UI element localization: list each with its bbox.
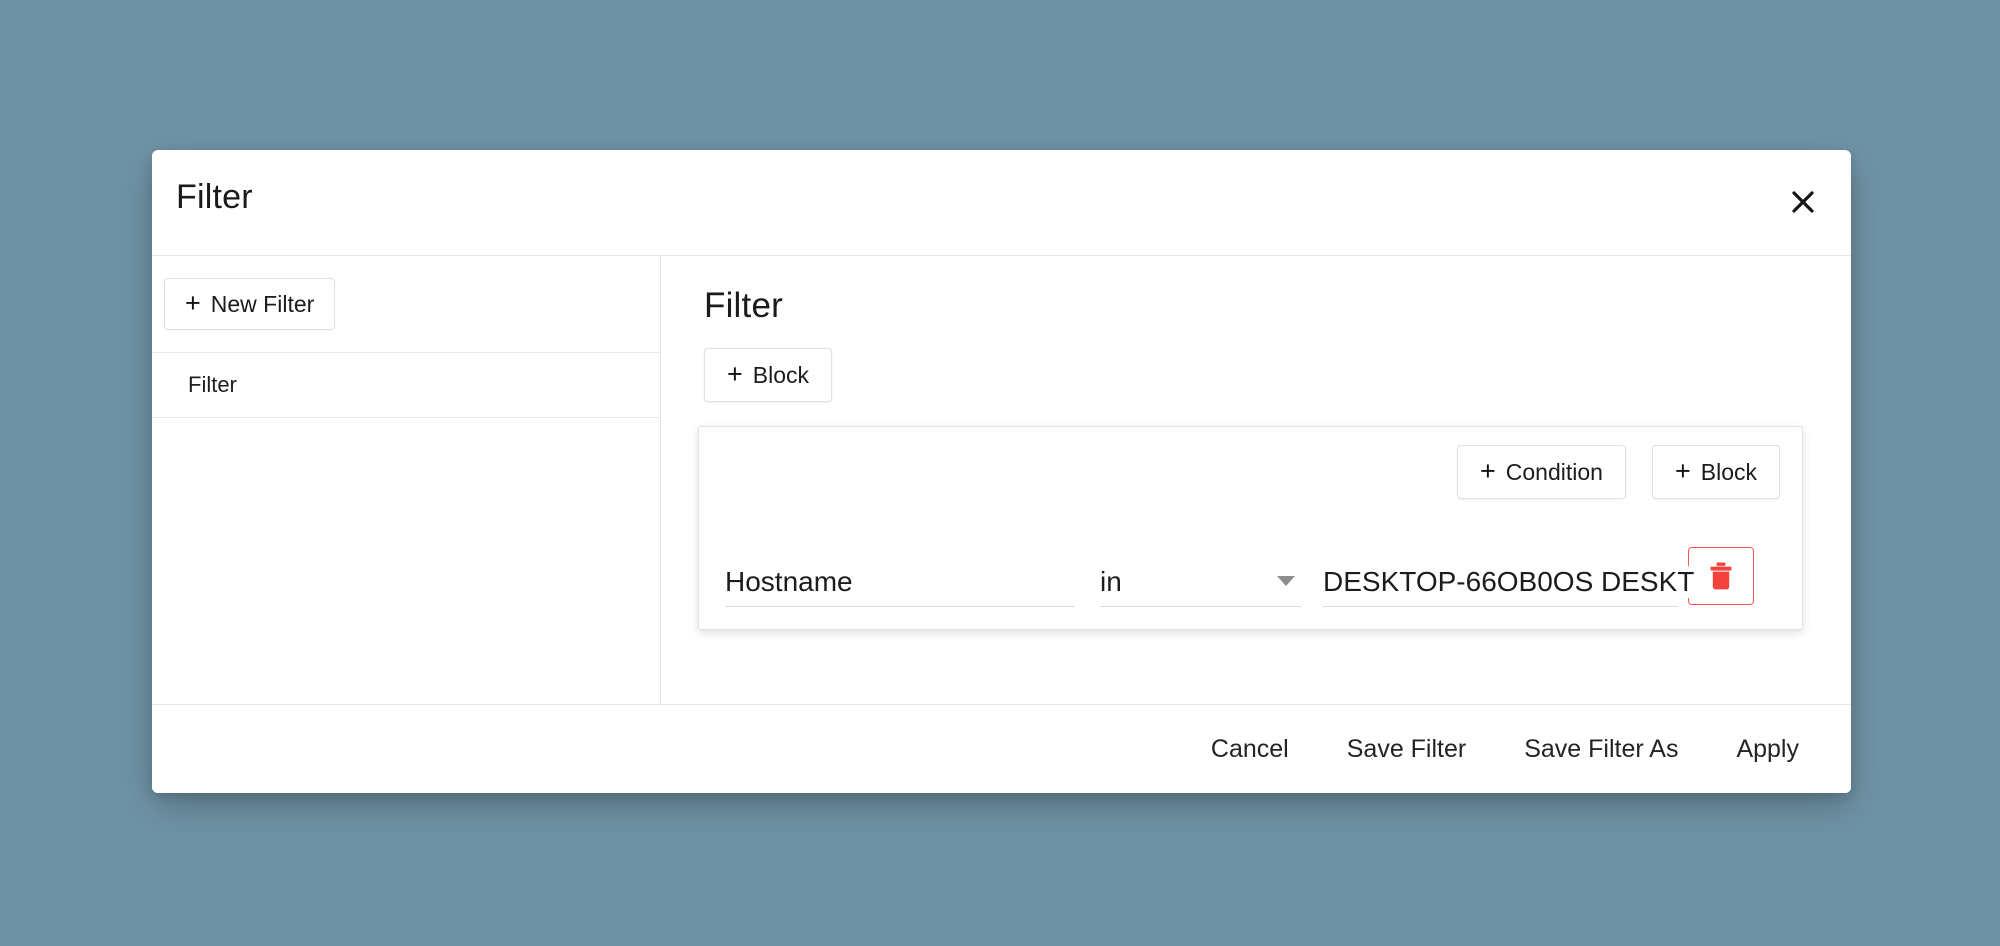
add-condition-label: Condition	[1505, 458, 1603, 485]
plus-icon: +	[727, 358, 743, 389]
condition-value-text: DESKTOP-66OB0OS DESKT	[1323, 566, 1695, 598]
filter-block-panel: + Condition + Block Hostname in DESKTOP-…	[698, 426, 1803, 630]
save-filter-button[interactable]: Save Filter	[1325, 725, 1488, 774]
sidebar-toolbar: + New Filter	[152, 256, 660, 352]
filter-list-sidebar: + New Filter Filter	[152, 256, 661, 704]
page-title: Filter	[176, 178, 253, 216]
close-icon	[1788, 187, 1818, 217]
plus-icon: +	[1480, 455, 1496, 486]
condition-value-input[interactable]: DESKTOP-66OB0OS DESKT	[1323, 558, 1695, 607]
condition-row: Hostname in DESKTOP-66OB0OS DESKT	[721, 547, 1780, 607]
cancel-button[interactable]: Cancel	[1189, 725, 1311, 774]
plus-icon: +	[1674, 455, 1691, 486]
close-button[interactable]	[1777, 176, 1829, 228]
sidebar-item-label: Filter	[188, 372, 237, 397]
condition-operator-value: in	[1100, 566, 1122, 597]
add-block-label: Block	[1700, 458, 1757, 485]
condition-operator-select[interactable]: in	[1100, 558, 1301, 607]
sidebar-filter-list: Filter	[152, 352, 660, 418]
dialog-footer: Cancel Save Filter Save Filter As Apply	[152, 705, 1851, 793]
dialog-body: + New Filter Filter Filter + Block + Con…	[152, 256, 1851, 705]
sidebar-item-filter[interactable]: Filter	[152, 352, 660, 418]
new-filter-label: New Filter	[210, 290, 315, 317]
delete-condition-button[interactable]	[1688, 547, 1754, 605]
sidebar-empty-space	[152, 418, 660, 704]
plus-icon: +	[185, 287, 201, 318]
chevron-down-icon	[1277, 576, 1295, 586]
apply-button[interactable]: Apply	[1714, 725, 1821, 774]
add-condition-button[interactable]: + Condition	[1457, 445, 1626, 499]
save-filter-as-button[interactable]: Save Filter As	[1502, 725, 1700, 774]
add-block-label: Block	[752, 361, 810, 388]
filter-editor-main: Filter + Block + Condition + Block Hostn…	[661, 256, 1851, 704]
new-filter-button[interactable]: + New Filter	[164, 278, 336, 330]
dialog-header: Filter	[152, 150, 1851, 256]
filter-name-heading: Filter	[704, 286, 783, 325]
trash-icon	[1706, 560, 1736, 592]
add-block-button-root[interactable]: + Block	[704, 348, 833, 402]
block-toolbar: + Condition + Block	[721, 445, 1780, 499]
add-block-button-nested[interactable]: + Block	[1651, 445, 1780, 499]
condition-attribute-value: Hostname	[725, 566, 853, 597]
filter-dialog: Filter + New Filter Filter Filter + Bloc…	[152, 150, 1851, 793]
condition-attribute-input[interactable]: Hostname	[725, 558, 1075, 607]
